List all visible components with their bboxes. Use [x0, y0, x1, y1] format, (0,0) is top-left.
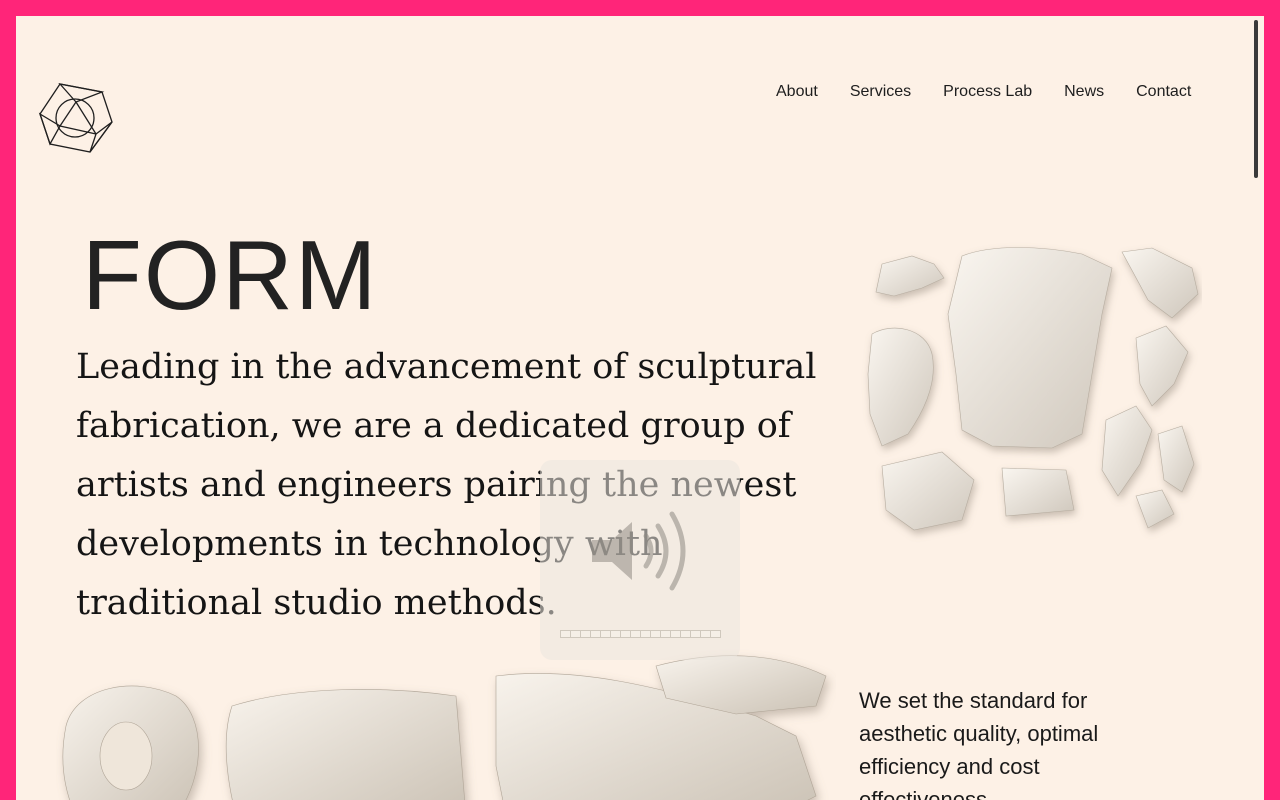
speaker-volume-icon: [592, 511, 686, 591]
sculpture-fragments-image: [867, 247, 1199, 531]
sculpture-pieces-image: [62, 655, 827, 800]
volume-segment: [710, 630, 721, 638]
side-text: We set the standard for aesthetic qualit…: [859, 688, 1099, 800]
page: About Services Process Lab News Contact …: [16, 16, 1264, 800]
nav-services[interactable]: Services: [850, 83, 911, 101]
main-nav: About Services Process Lab News Contact: [776, 83, 1191, 101]
volume-overlay: [540, 460, 740, 660]
logo-icon[interactable]: [38, 80, 114, 156]
nav-contact[interactable]: Contact: [1136, 83, 1191, 101]
hero-title: FORM: [82, 220, 379, 330]
nav-about[interactable]: About: [776, 83, 818, 101]
nav-process-lab[interactable]: Process Lab: [943, 83, 1032, 101]
scrollbar-thumb[interactable]: [1254, 20, 1258, 178]
page-scrollbar[interactable]: [1248, 16, 1264, 800]
volume-level-bar: [560, 630, 721, 638]
nav-news[interactable]: News: [1064, 83, 1104, 101]
